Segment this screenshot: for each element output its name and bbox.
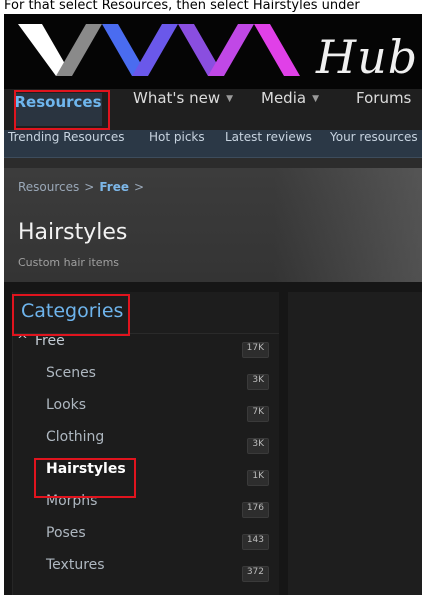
- category-label: Clothing: [46, 429, 105, 445]
- main-nav: Resources What's new ▼ Media ▼ Forums: [4, 89, 422, 130]
- category-label: Free: [35, 333, 65, 349]
- category-textures[interactable]: Textures 372: [13, 557, 279, 589]
- header-gloss: [274, 168, 422, 282]
- category-label: Morphs: [46, 493, 98, 509]
- page-header: Resources > Free > Hairstyles Custom hair i…: [4, 158, 422, 282]
- subnav-latest-reviews[interactable]: Latest reviews: [225, 130, 312, 144]
- category-label: Poses: [46, 525, 86, 541]
- category-count: 143: [241, 534, 269, 550]
- breadcrumb-separator: >: [133, 180, 145, 194]
- category-label: Scenes: [46, 365, 96, 381]
- nav-item-label: Resources: [14, 93, 102, 111]
- category-count: 372: [241, 566, 269, 582]
- category-scenes[interactable]: Scenes 3K: [13, 365, 279, 397]
- sub-nav: Trending Resources Hot picks Latest revi…: [4, 130, 422, 158]
- breadcrumb-free[interactable]: Free: [99, 180, 129, 194]
- subnav-your-resources[interactable]: Your resources: [330, 130, 418, 144]
- nav-item-label: Forums: [356, 89, 412, 107]
- category-count: 176: [241, 502, 269, 518]
- category-label: Hairstyles: [46, 461, 126, 477]
- category-poses[interactable]: Poses 143: [13, 525, 279, 557]
- categories-heading: Categories: [21, 300, 124, 322]
- chevron-down-icon: ▼: [226, 94, 234, 104]
- nav-item-resources[interactable]: Resources: [14, 93, 102, 126]
- nav-item-forums[interactable]: Forums: [356, 89, 411, 130]
- subnav-trending-resources[interactable]: Trending Resources: [8, 130, 125, 144]
- category-looks[interactable]: Looks 7K: [13, 397, 279, 429]
- category-count: 17K: [241, 342, 269, 358]
- category-count: 3K: [247, 374, 269, 390]
- resource-list-panel: [288, 292, 422, 595]
- category-count: 3K: [247, 438, 269, 454]
- category-clothing[interactable]: Clothing 3K: [13, 429, 279, 461]
- nav-item-label: Media: [261, 89, 307, 107]
- page-description: Custom hair items: [18, 256, 120, 269]
- nav-item-whats-new[interactable]: What's new ▼: [133, 89, 233, 130]
- subnav-hot-picks[interactable]: Hot picks: [149, 130, 205, 144]
- categories-header: Categories: [13, 292, 279, 334]
- category-free[interactable]: ^ Free 17K: [13, 333, 279, 365]
- breadcrumb-resources[interactable]: Resources: [18, 180, 79, 194]
- divider: [4, 158, 422, 168]
- category-label: Looks: [46, 397, 87, 413]
- nav-item-label: What's new: [133, 89, 221, 107]
- site-header: Hub: [4, 14, 422, 89]
- category-label: Textures: [46, 557, 105, 573]
- category-morphs[interactable]: Morphs 176: [13, 493, 279, 525]
- category-count: 1K: [247, 470, 269, 486]
- main-content: Categories ^ Free 17K Scenes 3K Looks 7K…: [4, 282, 422, 595]
- category-hairstyles[interactable]: Hairstyles 1K: [13, 461, 279, 493]
- chevron-up-icon[interactable]: ^: [17, 333, 28, 348]
- chevron-down-icon: ▼: [312, 94, 319, 104]
- page-title: Hairstyles: [18, 220, 128, 245]
- categories-panel: Categories ^ Free 17K Scenes 3K Looks 7K…: [12, 292, 279, 595]
- instruction-caption: For that select Resources, then select H…: [0, 0, 422, 14]
- category-count: 7K: [247, 406, 269, 422]
- vam-logo[interactable]: [4, 14, 314, 89]
- breadcrumb: Resources > Free >: [18, 180, 149, 194]
- breadcrumb-separator: >: [84, 180, 95, 194]
- nav-item-media[interactable]: Media ▼: [261, 89, 319, 130]
- logo-hub-text: Hub: [316, 30, 419, 84]
